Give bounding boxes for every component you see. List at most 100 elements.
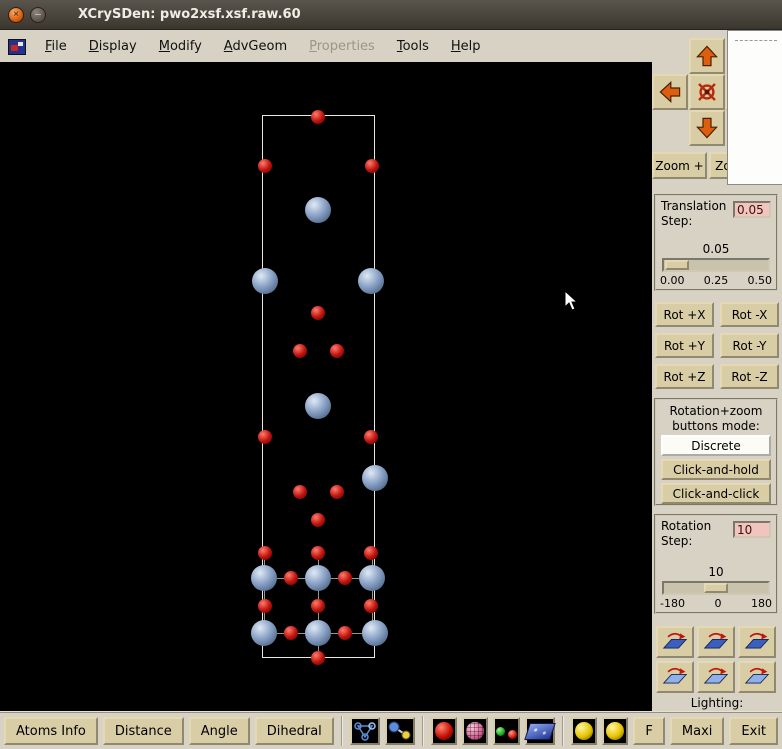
atom-O[interactable] [311,546,325,560]
atom-W[interactable] [305,565,331,591]
wireframe-display-button[interactable] [349,717,380,745]
translate-left-button[interactable] [652,74,688,110]
atom-W[interactable] [305,197,331,223]
reset-orientation-button[interactable] [689,74,725,110]
rotate-plane-button-5[interactable] [697,661,735,693]
rot-button-rot-minus-y[interactable]: Rot -Y [720,333,779,358]
rot-button-rot-plus-z[interactable]: Rot +Z [655,364,714,389]
rotate-plane-button-2[interactable] [697,626,735,658]
zoom-in-button[interactable]: Zoom + [652,152,707,179]
translation-step-frame: Translation Step: 0.05 0.00 0.25 0.50 [654,194,778,291]
atom-W[interactable] [362,465,388,491]
render-viewport[interactable] [0,62,653,711]
atom-O[interactable] [311,651,325,665]
atom-W[interactable] [251,620,277,646]
atom-O[interactable] [258,159,272,173]
atom-O[interactable] [330,344,344,358]
mode-button-clickminus-andminus-hold[interactable]: Click-and-hold [661,459,771,480]
atom-W[interactable] [305,620,331,646]
toolbar-button-angle[interactable]: Angle [188,717,250,745]
arrow-left-icon [659,81,681,103]
atom-O[interactable] [338,571,352,585]
anaglyph-display-button[interactable] [493,717,520,745]
menu-help[interactable]: Help [440,32,492,61]
translation-step-entry[interactable] [733,201,771,218]
textured-sphere-button[interactable] [462,717,489,745]
light-toggle-button-2[interactable] [602,717,629,745]
toolbar-button-f[interactable]: F [633,717,665,745]
rot-button-rot-plus-y[interactable]: Rot +Y [655,333,714,358]
rot-button-rot-minus-x[interactable]: Rot -X [720,302,779,327]
atom-O[interactable] [284,626,298,640]
spacefill-display-button[interactable] [430,717,458,745]
translation-slider-handle[interactable] [665,260,689,270]
rotation-step-slider[interactable] [662,581,770,595]
rotation-step-value: 10 [708,565,724,579]
atom-W[interactable] [362,620,388,646]
rot-button-rot-plus-x[interactable]: Rot +X [655,302,714,327]
rotation-scale-ticks: -180 0 180 [660,597,772,610]
toolbar-button-exit[interactable]: Exit [729,717,779,745]
rotate-plane-icon [703,632,729,649]
rotate-plane-button-1[interactable] [656,626,694,658]
translate-down-button[interactable] [689,110,725,146]
rotation-plane-buttons [656,626,776,693]
toolbar-button-distance[interactable]: Distance [102,717,184,745]
red-sphere-icon [434,722,453,740]
atom-O[interactable] [311,306,325,320]
window-minimize-button[interactable]: – [30,7,46,23]
detached-menu-popup[interactable] [727,30,782,185]
ballstick-display-button[interactable] [384,717,415,745]
checkered-sphere-icon [466,722,485,740]
translation-step-slider[interactable] [662,258,770,272]
toolbar-button-dihedral[interactable]: Dihedral [254,717,334,745]
rotation-zoom-mode-frame: Rotation+zoom buttons mode: Discrete Clic… [654,398,778,506]
menu-display[interactable]: Display [78,32,148,61]
atom-O[interactable] [293,485,307,499]
mouse-cursor-icon [564,290,579,311]
atom-O[interactable] [258,599,272,613]
window-close-button[interactable]: × [8,7,24,23]
rot-button-rot-minus-z[interactable]: Rot -Z [720,364,779,389]
atom-O[interactable] [364,430,378,444]
atom-O[interactable] [365,159,379,173]
translate-up-button[interactable] [689,38,725,74]
atom-W[interactable] [305,393,331,419]
atom-W[interactable] [358,268,384,294]
rotate-plane-button-3[interactable] [738,626,776,658]
atom-O[interactable] [364,599,378,613]
stereo-display-button[interactable] [524,717,556,745]
atom-W[interactable] [252,268,278,294]
atom-O[interactable] [364,546,378,560]
toolbar-button-atoms-info[interactable]: Atoms Info [4,717,98,745]
toolbar-separator [421,716,424,746]
atom-O[interactable] [311,110,325,124]
atom-W[interactable] [251,565,277,591]
rotation-slider-handle[interactable] [704,583,728,593]
toolbar-button-maxi[interactable]: Maxi [669,717,725,745]
rotate-plane-button-4[interactable] [656,661,694,693]
atom-O[interactable] [258,430,272,444]
atom-O[interactable] [258,546,272,560]
titlebar[interactable]: × – XCrySDen: pwo2xsf.xsf.raw.60 [0,0,782,30]
atom-O[interactable] [311,599,325,613]
atom-O[interactable] [330,485,344,499]
atom-O[interactable] [284,571,298,585]
atom-O[interactable] [311,513,325,527]
menu-tools[interactable]: Tools [386,32,440,61]
rotation-step-entry[interactable] [733,521,771,538]
scale-tick: 0.00 [660,274,685,287]
menu-modify[interactable]: Modify [148,32,213,61]
mode-buttons: Discrete Click-and-hold Click-and-click [661,435,771,504]
scale-tick: 0 [714,597,722,610]
light-toggle-button-1[interactable] [570,717,598,745]
rotate-plane-button-6[interactable] [738,661,776,693]
menu-advgeom[interactable]: AdvGeom [213,32,298,61]
toolbar-separator [561,716,564,746]
mode-button-clickminus-andminus-click[interactable]: Click-and-click [661,483,771,504]
atom-O[interactable] [338,626,352,640]
mode-button-discrete[interactable]: Discrete [661,435,771,456]
atom-W[interactable] [359,565,385,591]
menu-file[interactable]: File [34,32,78,61]
atom-O[interactable] [293,344,307,358]
